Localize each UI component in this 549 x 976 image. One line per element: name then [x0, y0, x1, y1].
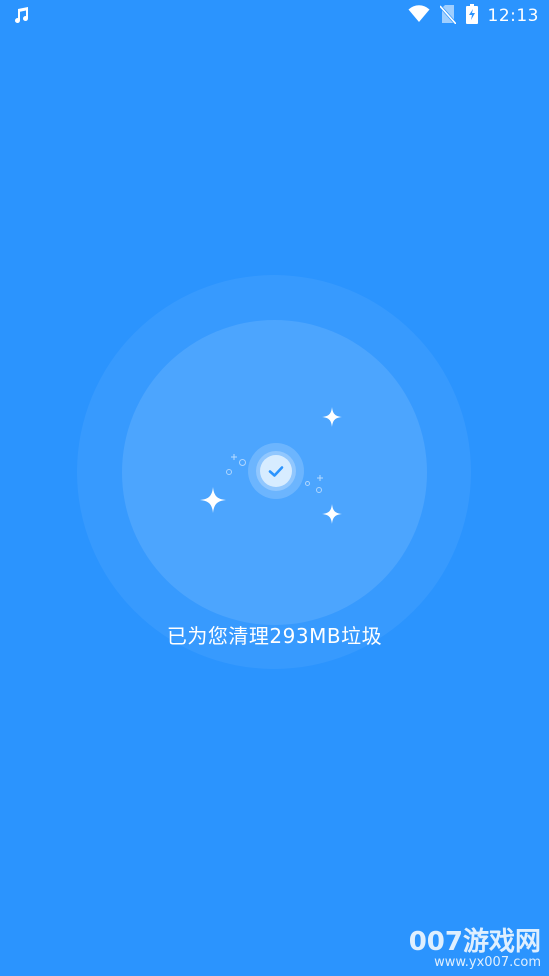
no-sim-icon: [438, 4, 457, 28]
decor-dot: [239, 459, 246, 466]
status-icons: 12:13: [408, 4, 540, 28]
wifi-icon: [408, 5, 430, 27]
check-circle-icon: [260, 455, 292, 487]
decor-dot: [305, 481, 310, 486]
watermark-url: www.yx007.com: [434, 955, 541, 970]
tiny-plus-icon: [231, 445, 237, 464]
decor-dot: [226, 469, 232, 475]
watermark-logo: 007游戏网 www.yx007.com: [409, 928, 541, 970]
clean-result-message: 已为您清理293MB垃圾: [166, 624, 383, 648]
battery-charging-icon: [465, 4, 478, 28]
status-bar: 12:13: [0, 0, 549, 32]
clean-result-screen: 12:13 已为您清理293MB垃圾 007游戏网 www.yx007.com: [0, 0, 549, 976]
tiny-plus-icon: [317, 466, 323, 485]
status-time: 12:13: [487, 6, 539, 26]
watermark-title: 007游戏网: [408, 927, 541, 957]
music-note-icon: [12, 6, 30, 28]
sparkle-icon: [200, 487, 226, 517]
sparkle-icon: [322, 504, 342, 528]
decor-dot: [316, 487, 322, 493]
sparkle-icon: [322, 407, 342, 431]
